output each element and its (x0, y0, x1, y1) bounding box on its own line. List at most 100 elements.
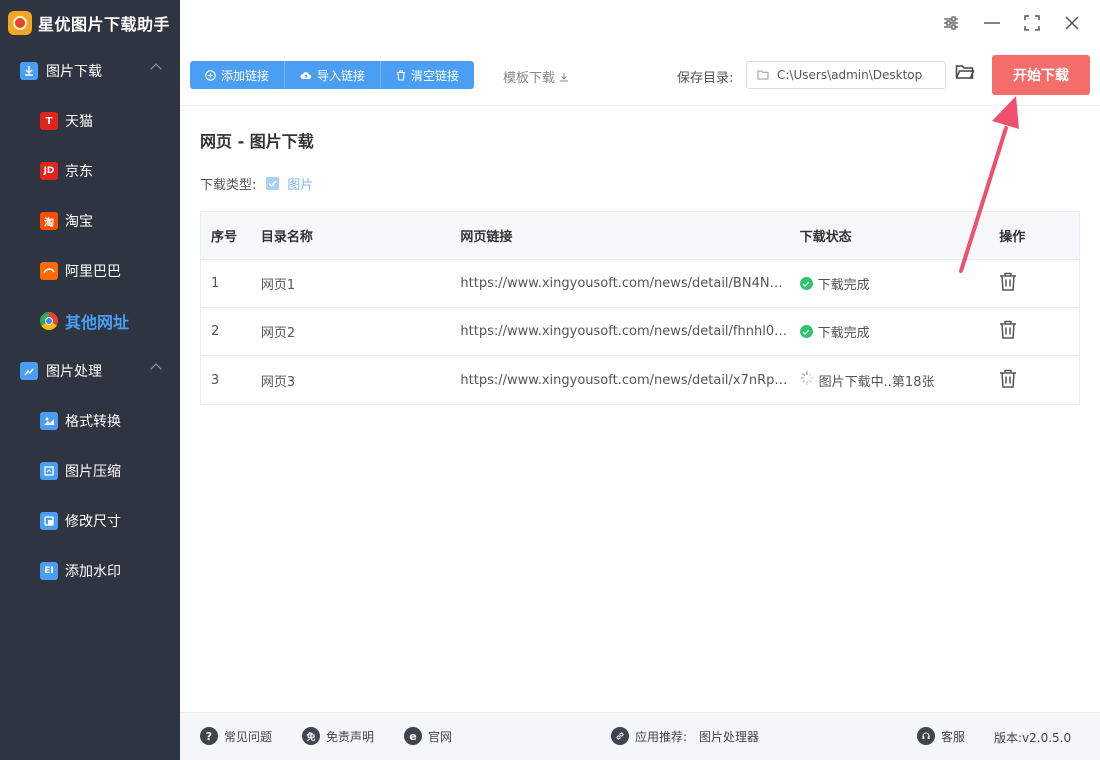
sidebar-item-label: 添加水印 (65, 564, 121, 580)
settings-sliders-icon[interactable] (940, 12, 962, 34)
disclaimer-link[interactable]: 免 免责声明 (302, 727, 374, 745)
tmall-icon: T (40, 112, 58, 130)
link-icon (611, 727, 629, 745)
sidebar-item-compress[interactable]: 图片压缩 (0, 446, 180, 496)
header-index: 序号 (211, 230, 238, 245)
add-link-label: 添加链接 (221, 68, 270, 83)
template-download-label: 模板下载 (503, 71, 556, 86)
row-dir-name: 网页2 (260, 326, 296, 341)
table-row: 3 网页3 https://www.xingyousoft.com/news/d… (201, 356, 1079, 404)
sidebar-item-taobao[interactable]: 淘 淘宝 (0, 196, 180, 246)
download-group-icon (20, 62, 38, 80)
download-type-option: 图片 (287, 178, 314, 193)
link-button-group: 添加链接 导入链接 清空链接 (190, 61, 475, 89)
row-actions (999, 272, 1079, 295)
jd-icon: JD (40, 162, 58, 180)
row-index: 3 (211, 372, 220, 388)
save-dir-input[interactable]: C:\Users\admin\Desktop (746, 61, 946, 89)
website-link[interactable]: e 官网 (404, 727, 452, 745)
sidebar-item-other-sites[interactable]: 其他网址 (0, 296, 180, 346)
link-table: 序号 目录名称 网页链接 下载状态 操作 1 网页1 https://www.x… (200, 211, 1080, 405)
image-processing-icon (20, 362, 38, 380)
header-actions: 操作 (999, 230, 1026, 245)
recommend-label: 应用推荐: (635, 729, 688, 744)
watermark-icon: EI (40, 562, 58, 580)
headset-icon (917, 727, 935, 745)
faq-label: 常见问题 (224, 729, 273, 744)
row-status: 下载完成 (799, 274, 1000, 293)
app-logo-icon (8, 11, 32, 35)
chevron-up-icon[interactable] (150, 363, 162, 375)
recommend-app: 图片处理器 (699, 729, 760, 744)
template-download-link[interactable]: 模板下载 (503, 67, 569, 86)
open-folder-icon[interactable] (955, 64, 975, 84)
row-status: 图片下载中..第18张 (799, 371, 1000, 390)
clear-link-button[interactable]: 清空链接 (381, 61, 475, 89)
maximize-icon[interactable] (1021, 12, 1043, 34)
recommend-link[interactable]: 应用推荐: 图片处理器 (611, 727, 759, 745)
sidebar-item-label: 修改尺寸 (65, 514, 121, 530)
row-status: 下载完成 (799, 322, 1000, 341)
sidebar-item-watermark[interactable]: EI 添加水印 (0, 546, 180, 596)
footer: ? 常见问题 免 免责声明 e 官网 应用推荐: 图片处理器 客服 版本:v2.… (180, 712, 1100, 760)
start-download-button[interactable]: 开始下载 (992, 55, 1090, 95)
close-icon[interactable] (1061, 12, 1083, 34)
nav-group-image-processing[interactable]: 图片处理 (0, 346, 180, 396)
sidebar-item-format-convert[interactable]: 格式转换 (0, 396, 180, 446)
trash-icon (397, 69, 406, 81)
nav-group-label: 图片处理 (46, 364, 102, 380)
sidebar-item-label: 淘宝 (65, 214, 93, 230)
faq-link[interactable]: ? 常见问题 (200, 727, 272, 745)
nav-group-image-download[interactable]: 图片下载 (0, 46, 180, 96)
save-dir-value: C:\Users\admin\Desktop (777, 68, 923, 82)
row-actions (999, 320, 1079, 343)
delete-row-trash-icon[interactable] (999, 369, 1017, 392)
chevron-up-icon[interactable] (150, 63, 162, 75)
delete-row-trash-icon[interactable] (999, 320, 1017, 343)
sidebar-item-alibaba[interactable]: 阿里巴巴 (0, 246, 180, 296)
table-row: 1 网页1 https://www.xingyousoft.com/news/d… (201, 260, 1079, 308)
disclaimer-label: 免责声明 (326, 729, 375, 744)
download-type-checkbox-image[interactable]: 图片 (266, 174, 313, 193)
question-icon: ? (200, 727, 218, 745)
row-index: 1 (211, 276, 220, 291)
sidebar-item-label: 格式转换 (65, 414, 121, 430)
alibaba-icon (40, 262, 58, 280)
download-type-row: 下载类型: 图片 (200, 174, 313, 193)
import-link-button[interactable]: 导入链接 (285, 61, 382, 89)
save-dir-label: 保存目录: (677, 71, 734, 86)
delete-row-trash-icon[interactable] (999, 272, 1017, 295)
row-status-text: 图片下载中..第18张 (818, 374, 935, 390)
version-text: 版本:v2.0.5.0 (994, 731, 1072, 745)
row-url: https://www.xingyousoft.com/news/detail/… (460, 324, 788, 339)
sidebar-item-resize[interactable]: 修改尺寸 (0, 496, 180, 546)
taobao-icon: 淘 (40, 212, 58, 230)
header-url: 网页链接 (460, 230, 513, 245)
toolbar: 添加链接 导入链接 清空链接 模板下载 保存目录: C:\Users\admin… (180, 46, 1100, 106)
row-url: https://www.xingyousoft.com/news/detail/… (460, 276, 783, 291)
nav-group-label: 图片下载 (46, 64, 102, 80)
minimize-icon[interactable] (981, 12, 1003, 34)
loading-spinner-icon (799, 371, 814, 389)
row-dir-name: 网页1 (260, 278, 296, 293)
sidebar-item-jd[interactable]: JD 京东 (0, 146, 180, 196)
title-blank-area (610, 4, 938, 52)
header-status: 下载状态 (799, 230, 852, 245)
chrome-icon (40, 312, 58, 330)
download-arrow-icon (560, 73, 569, 82)
sidebar-item-label: 天猫 (65, 114, 93, 130)
support-link[interactable]: 客服 (917, 727, 965, 745)
sidebar-item-tmall[interactable]: T 天猫 (0, 96, 180, 146)
clear-link-label: 清空链接 (411, 68, 460, 83)
check-circle-icon (799, 325, 813, 338)
row-status-text: 下载完成 (817, 278, 870, 293)
sidebar-item-label: 阿里巴巴 (65, 264, 121, 280)
sidebar-item-label: 其他网址 (65, 313, 130, 332)
app-title: 星优图片下载助手 (38, 15, 171, 34)
download-type-label: 下载类型: (200, 178, 257, 193)
main-panel: 网页 - 图片下载 下载类型: 图片 序号 目录名称 网页链接 下载状态 操作 … (180, 106, 1100, 712)
format-convert-icon (40, 412, 58, 430)
browser-e-icon: e (404, 727, 422, 745)
add-link-button[interactable]: 添加链接 (190, 61, 286, 89)
support-label: 客服 (941, 729, 966, 744)
